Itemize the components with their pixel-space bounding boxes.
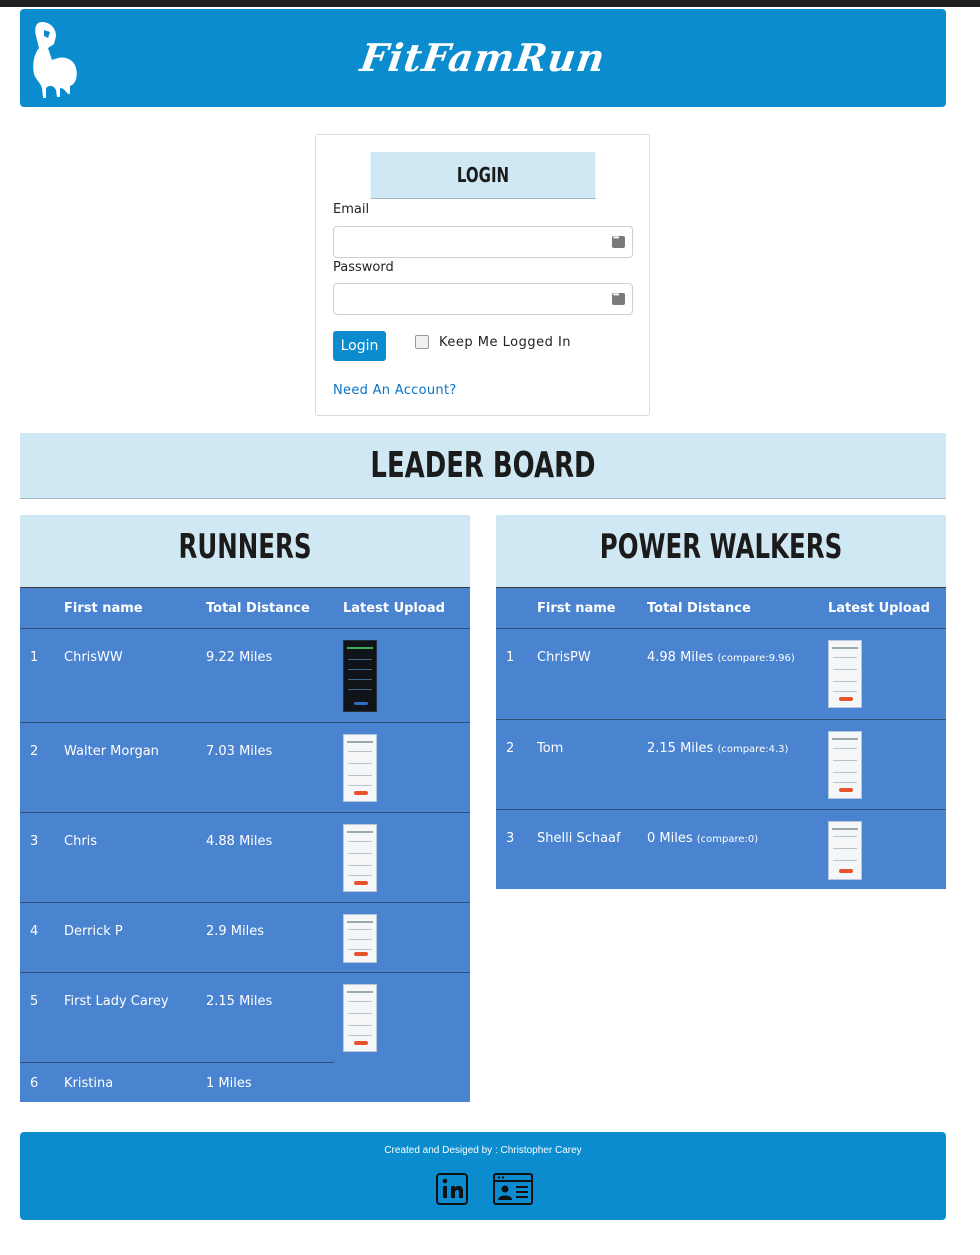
email-field[interactable] bbox=[334, 227, 632, 257]
runner-name: Chris bbox=[64, 834, 98, 849]
runners-table-header: First name Total Distance Latest Upload bbox=[20, 588, 470, 629]
rank: 6 bbox=[30, 1076, 39, 1091]
table-row: 5 First Lady Carey 2.15 Miles bbox=[20, 973, 470, 1063]
need-account-link[interactable]: Need An Account? bbox=[333, 383, 457, 398]
credit-text: Created and Desiged by : Christopher Car… bbox=[384, 1145, 582, 1156]
runner-distance: 4.88 Miles bbox=[206, 834, 273, 849]
keep-logged-in-label[interactable]: Keep Me Logged In bbox=[439, 335, 571, 350]
upload-thumbnail[interactable] bbox=[343, 824, 377, 892]
runner-name: ChrisWW bbox=[64, 650, 123, 665]
password-manager-icon[interactable] bbox=[612, 290, 625, 305]
walker-name: Tom bbox=[537, 741, 564, 756]
walkers-title: POWER WALKERS bbox=[599, 527, 843, 567]
runner-name: Kristina bbox=[64, 1076, 114, 1091]
walker-name: Shelli Schaaf bbox=[537, 831, 621, 846]
leaderboard-title: LEADER BOARD bbox=[370, 445, 596, 486]
keep-logged-in-checkbox[interactable] bbox=[415, 335, 429, 349]
password-field-wrapper bbox=[333, 283, 633, 315]
site-header: FitFamRun bbox=[20, 9, 946, 107]
table-row: 6 Kristina 1 Miles bbox=[20, 1063, 470, 1102]
distance-value: 2.15 Miles bbox=[647, 741, 714, 756]
column-header-latest-upload: Latest Upload bbox=[343, 601, 445, 616]
rank: 3 bbox=[30, 834, 39, 849]
upload-thumbnail[interactable] bbox=[343, 640, 377, 712]
runner-distance: 2.15 Miles bbox=[206, 994, 273, 1009]
rank: 5 bbox=[30, 994, 39, 1009]
table-row: 2 Tom 2.15 Miles (compare:4.3) bbox=[496, 720, 946, 810]
runners-header: RUNNERS bbox=[20, 515, 470, 588]
table-row: 3 Shelli Schaaf 0 Miles (compare:0) bbox=[496, 810, 946, 889]
walker-name: ChrisPW bbox=[537, 650, 591, 665]
runners-title: RUNNERS bbox=[178, 527, 312, 567]
compare-value: (compare:0) bbox=[696, 834, 759, 845]
rank: 3 bbox=[506, 831, 515, 846]
top-border bbox=[0, 0, 980, 7]
login-card: LOGIN Email Password Login Keep Me Logge… bbox=[315, 134, 650, 416]
runners-panel: RUNNERS First name Total Distance Latest… bbox=[20, 515, 470, 1102]
email-field-wrapper bbox=[333, 226, 633, 258]
brand-title: FitFamRun bbox=[357, 35, 609, 80]
walker-distance: 2.15 Miles (compare:4.3) bbox=[647, 741, 788, 756]
resume-card-icon[interactable] bbox=[492, 1172, 534, 1206]
rank: 2 bbox=[506, 741, 515, 756]
runner-name: First Lady Carey bbox=[64, 994, 169, 1009]
runner-name: Walter Morgan bbox=[64, 744, 159, 759]
login-title: LOGIN bbox=[370, 152, 596, 199]
table-row: 3 Chris 4.88 Miles bbox=[20, 813, 470, 903]
column-header-first-name: First name bbox=[64, 601, 143, 616]
upload-thumbnail[interactable] bbox=[343, 914, 377, 963]
distance-value: 0 Miles bbox=[647, 831, 693, 846]
rank: 1 bbox=[30, 650, 39, 665]
column-header-total-distance: Total Distance bbox=[206, 601, 310, 616]
email-label: Email bbox=[333, 202, 370, 217]
runner-distance: 7.03 Miles bbox=[206, 744, 273, 759]
site-footer: Created and Desiged by : Christopher Car… bbox=[20, 1132, 946, 1220]
column-header-first-name: First name bbox=[537, 601, 616, 616]
walker-distance: 0 Miles (compare:0) bbox=[647, 831, 758, 846]
rank: 1 bbox=[506, 650, 515, 665]
table-row: 2 Walter Morgan 7.03 Miles bbox=[20, 723, 470, 813]
compare-value: (compare:4.3) bbox=[717, 744, 789, 755]
column-header-latest-upload: Latest Upload bbox=[828, 601, 930, 616]
password-manager-icon[interactable] bbox=[612, 233, 625, 248]
leaderboard-header: LEADER BOARD bbox=[20, 433, 946, 499]
linkedin-icon[interactable] bbox=[435, 1172, 469, 1206]
upload-thumbnail[interactable] bbox=[828, 731, 862, 799]
upload-thumbnail[interactable] bbox=[828, 821, 862, 880]
runner-name: Derrick P bbox=[64, 924, 123, 939]
walkers-panel: POWER WALKERS First name Total Distance … bbox=[496, 515, 946, 889]
distance-value: 4.98 Miles bbox=[647, 650, 714, 665]
upload-thumbnail[interactable] bbox=[343, 984, 377, 1052]
rank: 2 bbox=[30, 744, 39, 759]
table-row: 1 ChrisWW 9.22 Miles bbox=[20, 629, 470, 723]
password-field[interactable] bbox=[334, 284, 632, 314]
runner-distance: 9.22 Miles bbox=[206, 650, 273, 665]
login-button[interactable]: Login bbox=[333, 331, 386, 361]
compare-value: (compare:9.96) bbox=[717, 653, 795, 664]
runner-distance: 1 Miles bbox=[206, 1076, 252, 1091]
column-header-total-distance: Total Distance bbox=[647, 601, 751, 616]
rank: 4 bbox=[30, 924, 39, 939]
runner-distance: 2.9 Miles bbox=[206, 924, 265, 939]
walkers-table-header: First name Total Distance Latest Upload bbox=[496, 588, 946, 629]
upload-thumbnail[interactable] bbox=[828, 640, 862, 708]
table-row: 1 ChrisPW 4.98 Miles (compare:9.96) bbox=[496, 629, 946, 720]
walker-distance: 4.98 Miles (compare:9.96) bbox=[647, 650, 795, 665]
password-label: Password bbox=[333, 260, 394, 275]
walkers-header: POWER WALKERS bbox=[496, 515, 946, 588]
table-row: 4 Derrick P 2.9 Miles bbox=[20, 903, 470, 973]
upload-thumbnail[interactable] bbox=[343, 734, 377, 802]
